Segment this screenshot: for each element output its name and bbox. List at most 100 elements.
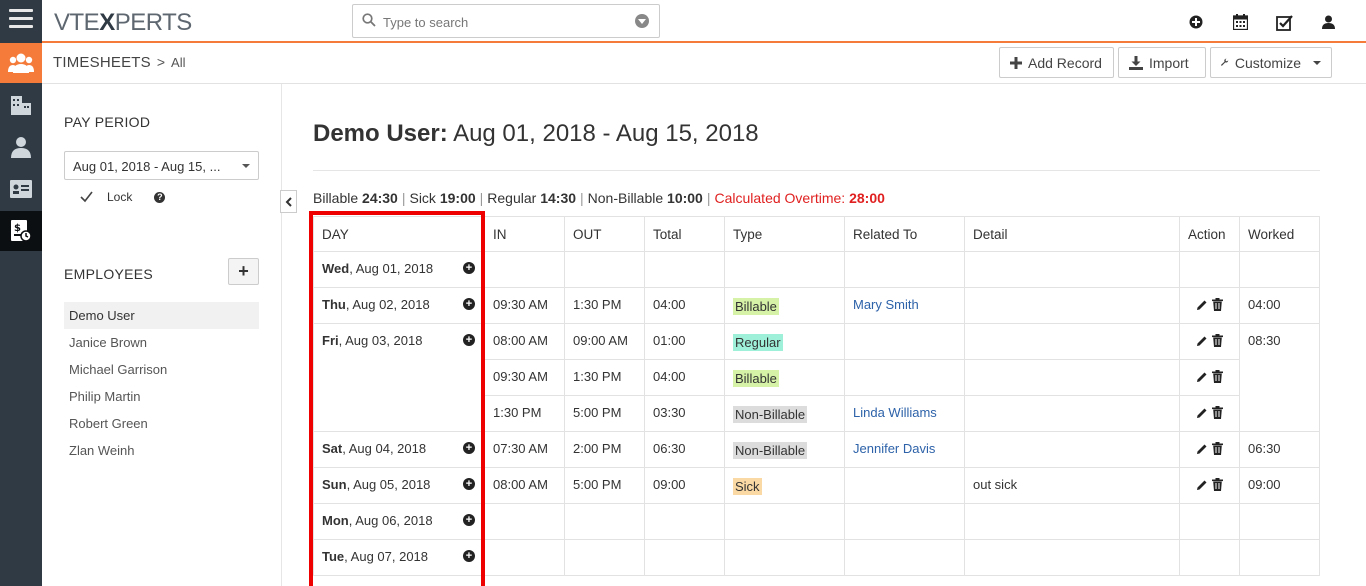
add-entry-icon[interactable]: + xyxy=(463,334,475,346)
delete-icon[interactable] xyxy=(1212,406,1223,419)
out-cell: 2:00 PM xyxy=(564,431,645,468)
add-entry-icon[interactable]: + xyxy=(463,442,475,454)
employee-item[interactable]: Demo User xyxy=(64,302,259,329)
quick-create-icon[interactable] xyxy=(1186,12,1206,32)
edit-icon[interactable] xyxy=(1196,407,1208,419)
column-header-out: OUT xyxy=(564,216,645,252)
help-icon[interactable]: ? xyxy=(154,191,166,203)
delete-icon[interactable] xyxy=(1212,334,1223,347)
breadcrumb-module[interactable]: TIMESHEETS xyxy=(53,54,151,71)
tasks-icon[interactable] xyxy=(1274,12,1294,32)
add-entry-icon[interactable]: + xyxy=(463,514,475,526)
rail-item-employees[interactable] xyxy=(0,43,42,83)
action-cell xyxy=(1179,467,1240,504)
add-entry-icon[interactable]: + xyxy=(463,478,475,490)
edit-icon[interactable] xyxy=(1196,479,1208,491)
lock-checkbox[interactable] xyxy=(80,191,93,203)
page-title: Demo User: Aug 01, 2018 - Aug 15, 2018 xyxy=(313,120,759,148)
total-cell: 06:30 xyxy=(644,431,725,468)
employee-item[interactable]: Zlan Weinh xyxy=(64,437,259,464)
day-date: , Aug 04, 2018 xyxy=(342,441,427,456)
column-header-total: Total xyxy=(644,216,725,252)
timesheet-table: DAY IN OUT Total Type Related To Detail … xyxy=(313,216,1320,576)
nonbillable-label: Non-Billable xyxy=(587,190,664,206)
table-row: Sat, Aug 04, 2018 + 07:30 AM 2:00 PM 06:3… xyxy=(313,431,1320,468)
import-button[interactable]: Import xyxy=(1118,47,1206,78)
out-cell xyxy=(564,503,645,540)
delete-icon[interactable] xyxy=(1212,478,1223,491)
column-header-worked: Worked xyxy=(1239,216,1320,252)
app-logo[interactable]: VTEXPERTS xyxy=(54,9,192,37)
billable-label: Billable xyxy=(313,190,359,206)
add-record-button[interactable]: Add Record xyxy=(999,47,1114,78)
total-cell: 01:00 xyxy=(644,323,725,360)
chevron-left-icon xyxy=(285,196,292,207)
top-bar: VTEXPERTS Type to search xyxy=(42,0,1366,43)
delete-icon[interactable] xyxy=(1212,442,1223,455)
total-cell xyxy=(644,503,725,540)
global-search[interactable]: Type to search xyxy=(352,4,660,38)
edit-icon[interactable] xyxy=(1196,299,1208,311)
in-cell xyxy=(484,503,565,540)
day-weekday: Wed xyxy=(322,261,350,276)
worked-cell: 04:00 xyxy=(1239,287,1320,324)
detail-cell: out sick xyxy=(964,467,1180,504)
rail-item-organizations[interactable] xyxy=(0,85,42,125)
summary-separator: | xyxy=(479,190,484,206)
calendar-icon[interactable] xyxy=(1230,12,1250,32)
action-cell xyxy=(1179,323,1240,360)
day-weekday: Sat xyxy=(322,441,343,456)
day-cell: Tue, Aug 07, 2018 + xyxy=(313,539,485,576)
search-dropdown-icon[interactable] xyxy=(635,14,649,28)
id-card-icon xyxy=(10,180,32,198)
day-date: , Aug 06, 2018 xyxy=(348,513,433,528)
day-date: , Aug 05, 2018 xyxy=(346,477,431,492)
delete-icon[interactable] xyxy=(1212,298,1223,311)
type-badge: Regular xyxy=(733,334,783,351)
edit-icon[interactable] xyxy=(1196,371,1208,383)
type-badge: Sick xyxy=(733,478,762,495)
top-icons xyxy=(1186,12,1338,32)
logo-text: VTE xyxy=(54,9,100,36)
worked-cell: 06:30 xyxy=(1239,431,1320,468)
related-link[interactable]: Jennifer Davis xyxy=(853,441,935,456)
user-profile-icon[interactable] xyxy=(1318,12,1338,32)
day-date: , Aug 01, 2018 xyxy=(349,261,434,276)
employee-item[interactable]: Janice Brown xyxy=(64,329,259,356)
employee-item[interactable]: Michael Garrison xyxy=(64,356,259,383)
pay-period-select[interactable]: Aug 01, 2018 - Aug 15, ... xyxy=(64,151,259,180)
type-cell xyxy=(724,503,845,540)
action-cell xyxy=(1179,503,1240,540)
rail-item-timesheets[interactable]: $ xyxy=(0,211,42,251)
related-cell xyxy=(844,323,965,360)
collapse-panel-button[interactable] xyxy=(280,190,297,213)
employee-item[interactable]: Robert Green xyxy=(64,410,259,437)
breadcrumb: TIMESHEETS > All xyxy=(53,54,186,71)
edit-icon[interactable] xyxy=(1196,335,1208,347)
overtime-label: Calculated Overtime: xyxy=(714,190,846,206)
add-employee-button[interactable]: + xyxy=(228,258,259,285)
rail-item-contacts[interactable] xyxy=(0,127,42,167)
edit-icon[interactable] xyxy=(1196,443,1208,455)
summary-separator: | xyxy=(401,190,406,206)
rail-item-cards[interactable] xyxy=(0,169,42,209)
day-date: , Aug 02, 2018 xyxy=(345,297,430,312)
type-badge: Non-Billable xyxy=(733,442,808,459)
related-link[interactable]: Mary Smith xyxy=(853,297,919,312)
add-entry-icon[interactable]: + xyxy=(463,262,475,274)
search-input[interactable]: Type to search xyxy=(383,15,468,30)
employees-title: EMPLOYEES xyxy=(64,266,154,282)
table-row: Mon, Aug 06, 2018 + xyxy=(313,503,1320,540)
breadcrumb-view: All xyxy=(171,55,186,70)
delete-icon[interactable] xyxy=(1212,370,1223,383)
menu-icon[interactable] xyxy=(9,9,33,31)
customize-button[interactable]: Customize xyxy=(1210,47,1332,78)
add-entry-icon[interactable]: + xyxy=(463,550,475,562)
detail-cell xyxy=(964,395,1180,432)
employee-item[interactable]: Philip Martin xyxy=(64,383,259,410)
related-link[interactable]: Linda Williams xyxy=(853,405,937,420)
table-row: Tue, Aug 07, 2018 + xyxy=(313,539,1320,576)
table-row: Thu, Aug 02, 2018 + 09:30 AM 1:30 PM 04:0… xyxy=(313,287,1320,324)
add-entry-icon[interactable]: + xyxy=(463,298,475,310)
type-cell xyxy=(724,539,845,576)
